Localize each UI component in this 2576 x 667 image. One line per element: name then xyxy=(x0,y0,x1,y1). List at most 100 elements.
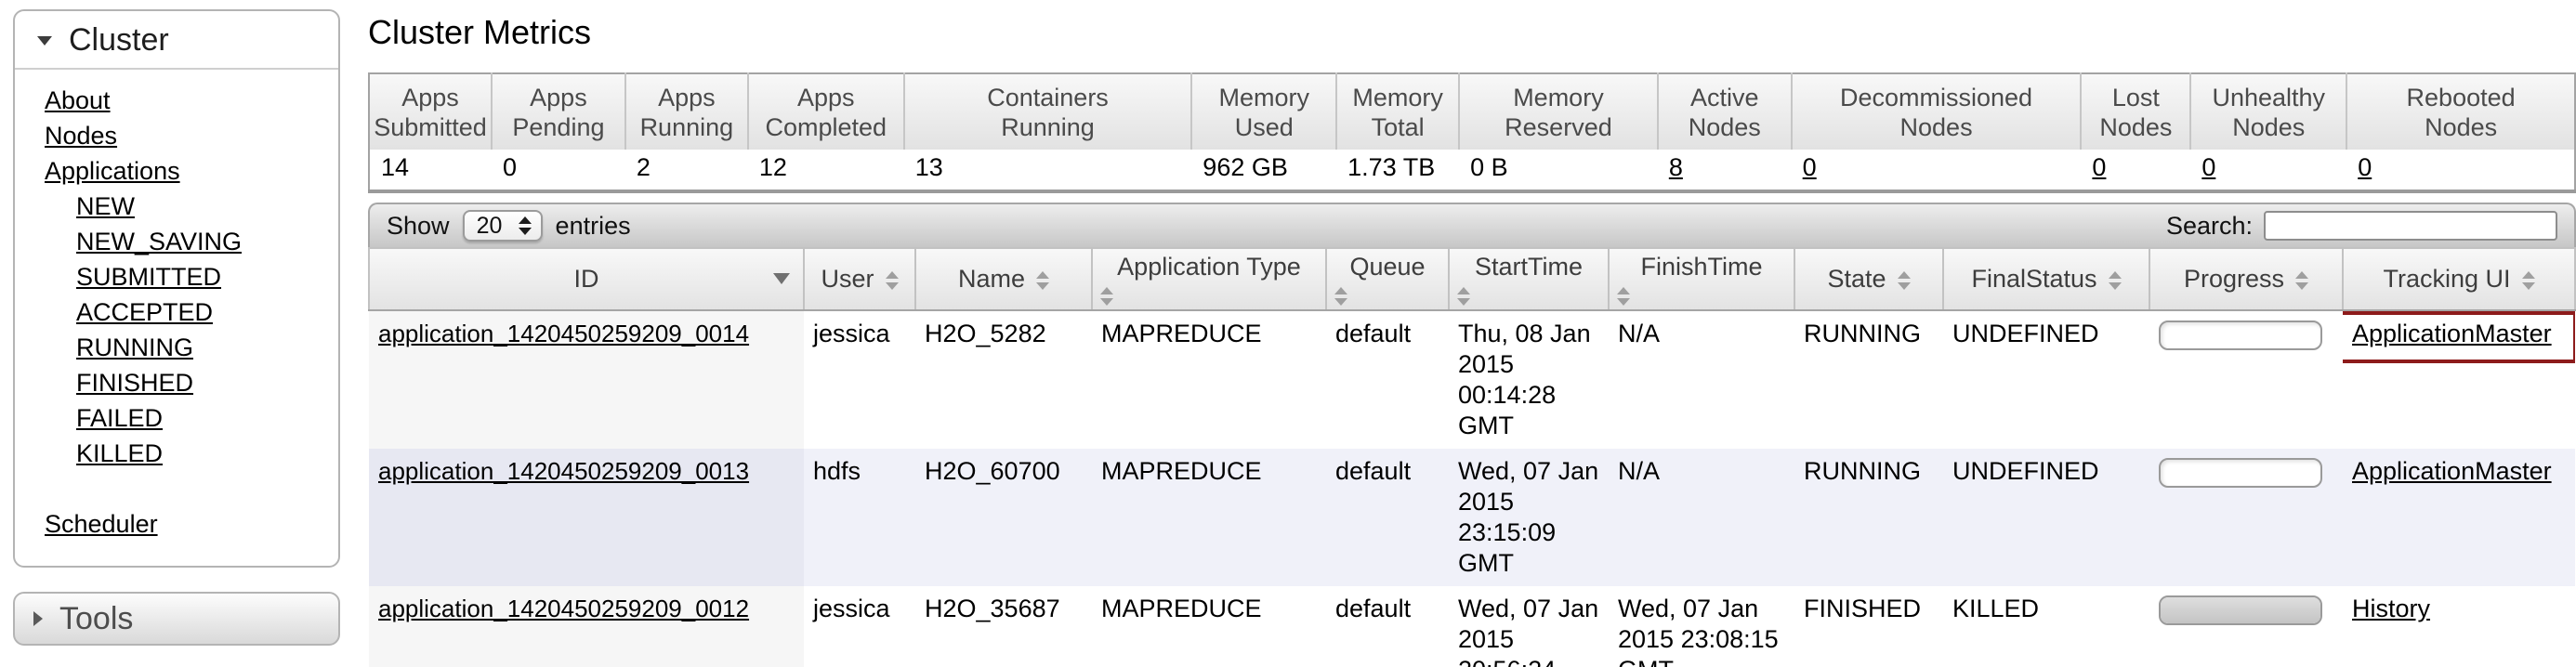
application-id-link[interactable]: application_1420450259209_0014 xyxy=(378,320,749,347)
progress-bar xyxy=(2159,458,2322,488)
sort-both-icon xyxy=(1457,287,1600,306)
decommissioned-nodes-link[interactable]: 0 xyxy=(1803,153,1817,181)
tools-section-header[interactable]: Tools xyxy=(13,592,340,646)
metrics-col-apps-submitted: Apps Submitted xyxy=(369,73,492,150)
progress-bar xyxy=(2159,595,2322,625)
active-nodes-link[interactable]: 8 xyxy=(1669,153,1683,181)
tracking-ui-link[interactable]: ApplicationMaster xyxy=(2352,457,2552,485)
state-cell: FINISHED xyxy=(1794,586,1943,667)
sort-both-icon xyxy=(1036,271,1049,290)
name-cell: H2O_35687 xyxy=(915,586,1092,667)
main-content: Cluster Metrics Apps Submitted Apps Pend… xyxy=(368,0,2576,667)
cluster-section-header[interactable]: Cluster xyxy=(15,11,338,70)
yarn-resourcemanager-page: Cluster About Nodes Applications NEW NEW… xyxy=(0,0,2576,667)
finalstatus-cell: UNDEFINED xyxy=(1943,449,2149,586)
col-header-progress[interactable]: Progress xyxy=(2149,248,2343,310)
metrics-header-row: Apps Submitted Apps Pending Apps Running… xyxy=(369,73,2575,150)
col-header-id[interactable]: ID xyxy=(369,248,804,310)
application-type-cell: MAPREDUCE xyxy=(1092,586,1326,667)
apps-completed-value: 12 xyxy=(748,150,904,191)
finishtime-cell: Wed, 07 Jan 2015 23:08:15 GMT xyxy=(1609,586,1794,667)
sort-both-icon xyxy=(2109,271,2122,290)
tracking-ui-cell: ApplicationMaster xyxy=(2343,449,2575,586)
chevron-down-icon xyxy=(37,36,52,46)
sidebar-item-applications[interactable]: Applications xyxy=(45,153,331,189)
cluster-nav-links: About Nodes Applications NEW NEW_SAVING … xyxy=(15,70,338,566)
sidebar-item-nodes[interactable]: Nodes xyxy=(45,118,331,153)
sidebar-item-scheduler[interactable]: Scheduler xyxy=(45,506,331,542)
history-link[interactable]: History xyxy=(2352,595,2430,622)
finishtime-cell: N/A xyxy=(1609,449,1794,586)
lost-nodes-link[interactable]: 0 xyxy=(2092,153,2106,181)
table-row: application_1420450259209_0014 jessica H… xyxy=(369,310,2575,449)
sort-both-icon xyxy=(1334,287,1440,306)
progress-cell xyxy=(2149,586,2343,667)
queue-cell: default xyxy=(1326,586,1449,667)
page-size-value: 20 xyxy=(465,213,515,240)
finalstatus-cell: UNDEFINED xyxy=(1943,310,2149,449)
application-id-link[interactable]: application_1420450259209_0013 xyxy=(378,457,749,485)
apps-running-value: 2 xyxy=(625,150,748,191)
sort-both-icon xyxy=(886,271,899,290)
sidebar-item-state-new-saving[interactable]: NEW_SAVING xyxy=(76,224,331,259)
page-title: Cluster Metrics xyxy=(368,13,2576,52)
col-header-finalstatus[interactable]: FinalStatus xyxy=(1943,248,2149,310)
sort-both-icon xyxy=(2522,271,2535,290)
metrics-col-active-nodes: Active Nodes xyxy=(1658,73,1792,150)
cluster-nav-box: Cluster About Nodes Applications NEW NEW… xyxy=(13,9,340,568)
col-header-user[interactable]: User xyxy=(804,248,915,310)
apps-submitted-value: 14 xyxy=(369,150,492,191)
metrics-values-row: 14 0 2 12 13 962 GB 1.73 TB 0 B 8 0 0 0 … xyxy=(369,150,2575,191)
table-toolbar: Show 20 entries Search: xyxy=(368,203,2576,247)
application-id-link[interactable]: application_1420450259209_0012 xyxy=(378,595,749,622)
col-header-queue[interactable]: Queue xyxy=(1326,248,1449,310)
metrics-col-apps-running: Apps Running xyxy=(625,73,748,150)
tracking-ui-link[interactable]: ApplicationMaster xyxy=(2352,320,2552,347)
sidebar-item-state-new[interactable]: NEW xyxy=(76,189,331,224)
applications-table: ID User Name Application Type Queue Star… xyxy=(368,247,2576,667)
search-input[interactable] xyxy=(2264,211,2557,241)
col-header-tracking-ui[interactable]: Tracking UI xyxy=(2343,248,2575,310)
sort-both-icon xyxy=(1617,287,1786,306)
starttime-cell: Wed, 07 Jan 2015 20:56:24 GMT xyxy=(1449,586,1609,667)
rebooted-nodes-link[interactable]: 0 xyxy=(2358,153,2372,181)
sidebar-item-state-killed[interactable]: KILLED xyxy=(76,436,331,471)
queue-cell: default xyxy=(1326,310,1449,449)
col-header-state[interactable]: State xyxy=(1794,248,1943,310)
memory-total-value: 1.73 TB xyxy=(1336,150,1459,191)
application-type-cell: MAPREDUCE xyxy=(1092,449,1326,586)
sidebar-item-state-failed[interactable]: FAILED xyxy=(76,400,331,436)
sidebar-item-state-running[interactable]: RUNNING xyxy=(76,330,331,365)
sidebar-item-state-accepted[interactable]: ACCEPTED xyxy=(76,294,331,330)
name-cell: H2O_60700 xyxy=(915,449,1092,586)
finalstatus-cell: KILLED xyxy=(1943,586,2149,667)
cluster-metrics-table: Apps Submitted Apps Pending Apps Running… xyxy=(368,72,2576,193)
col-header-application-type[interactable]: Application Type xyxy=(1092,248,1326,310)
stepper-arrows-icon xyxy=(515,216,541,235)
entries-label: entries xyxy=(556,212,631,241)
col-header-starttime[interactable]: StartTime xyxy=(1449,248,1609,310)
starttime-cell: Wed, 07 Jan 2015 23:15:09 GMT xyxy=(1449,449,1609,586)
page-size-select[interactable]: 20 xyxy=(463,210,543,242)
applications-header-row: ID User Name Application Type Queue Star… xyxy=(369,248,2575,310)
sidebar-item-state-submitted[interactable]: SUBMITTED xyxy=(76,259,331,294)
metrics-col-memory-used: Memory Used xyxy=(1191,73,1336,150)
finishtime-cell: N/A xyxy=(1609,310,1794,449)
metrics-col-rebooted-nodes: Rebooted Nodes xyxy=(2346,73,2575,150)
sort-desc-icon xyxy=(773,273,790,284)
table-row: application_1420450259209_0012 jessica H… xyxy=(369,586,2575,667)
col-header-finishtime[interactable]: FinishTime xyxy=(1609,248,1794,310)
unhealthy-nodes-link[interactable]: 0 xyxy=(2201,153,2215,181)
col-header-name[interactable]: Name xyxy=(915,248,1092,310)
metrics-col-apps-completed: Apps Completed xyxy=(748,73,904,150)
progress-cell xyxy=(2149,310,2343,449)
chevron-right-icon xyxy=(33,611,43,626)
progress-cell xyxy=(2149,449,2343,586)
application-type-cell: MAPREDUCE xyxy=(1092,310,1326,449)
search-label: Search: xyxy=(2166,212,2253,241)
sidebar-item-about[interactable]: About xyxy=(45,83,331,118)
sidebar-item-state-finished[interactable]: FINISHED xyxy=(76,365,331,400)
sort-both-icon xyxy=(2295,271,2308,290)
table-row: application_1420450259209_0013 hdfs H2O_… xyxy=(369,449,2575,586)
application-state-links: NEW NEW_SAVING SUBMITTED ACCEPTED RUNNIN… xyxy=(22,189,331,471)
